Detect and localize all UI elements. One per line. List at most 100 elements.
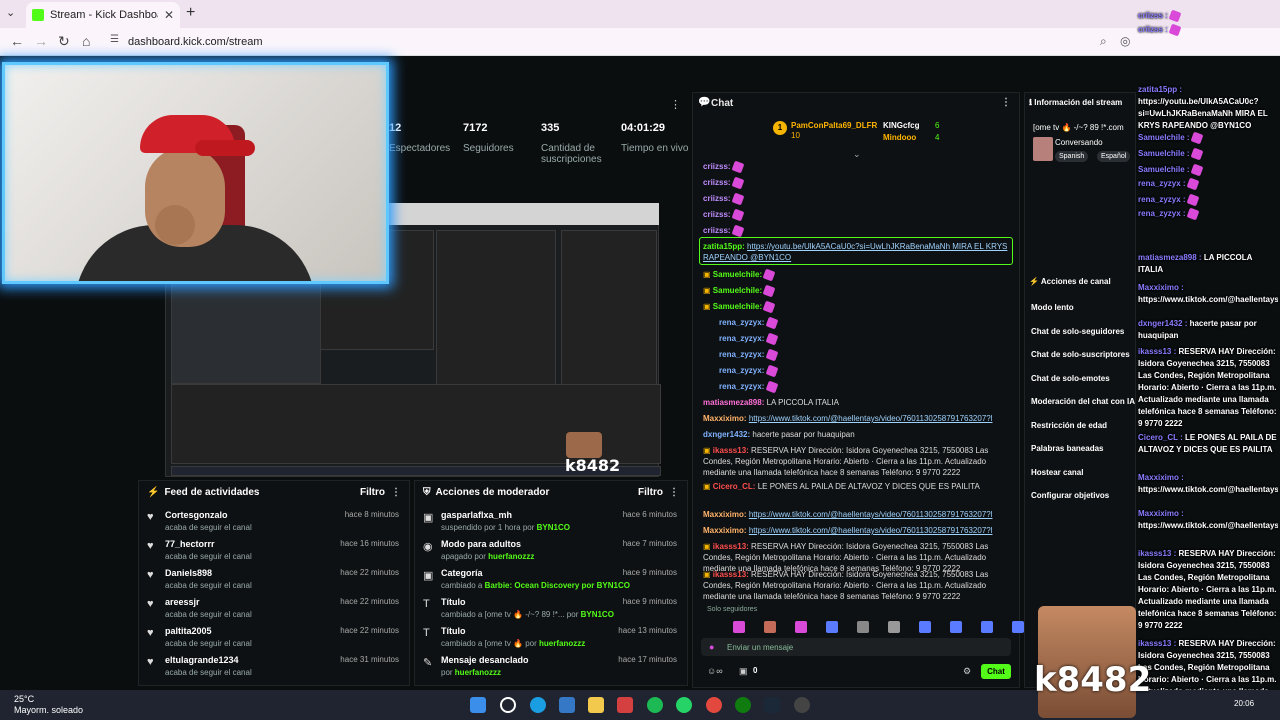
mod-more-icon[interactable]: ⋮ [669, 487, 679, 498]
chat-message-text[interactable]: https://www.tiktok.com/@haellentays/vide… [749, 510, 993, 519]
emote-bar[interactable] [701, 619, 1024, 635]
chat-input[interactable]: Enviar un mensaje [701, 638, 1011, 656]
emote-picker-icon[interactable]: ☺∞ [707, 666, 723, 676]
folder-icon[interactable] [588, 697, 604, 713]
zoom-icon[interactable]: ⌕ [1100, 34, 1107, 49]
emote-icon[interactable] [795, 621, 807, 633]
mod-action-row[interactable]: ▣ Categoría cambiado a Barbie: Ocean Disco… [415, 565, 687, 594]
mic-icon[interactable]: ● [709, 642, 714, 652]
gift-icon[interactable]: ▣ [739, 666, 748, 677]
chat-username[interactable]: rena_zyzyx: [719, 350, 764, 359]
activity-row[interactable]: ♥ 77_hectorrr acaba de seguir el canal hace… [139, 536, 409, 565]
mod-action-row[interactable]: ◉ Modo para adultos apagado por huerfanozz… [415, 536, 687, 565]
chat-username[interactable]: Samuelchile: [713, 270, 762, 279]
chat-username[interactable]: criizss: [703, 226, 731, 235]
channel-action-item[interactable]: Chat de solo-emotes [1031, 374, 1110, 383]
chat-message-text[interactable]: https://youtu.be/UlkA5ACaU0c?si=UwLhJKRa… [703, 242, 1007, 262]
tag-espanol[interactable]: Español [1097, 151, 1131, 162]
chat-username[interactable]: dxnger1432: [703, 430, 750, 439]
chat-username[interactable]: criizss: [703, 194, 731, 203]
chat-username[interactable]: criizss: [703, 178, 731, 187]
whatsapp-icon[interactable] [676, 697, 692, 713]
chat-more-icon[interactable]: ⋮ [1001, 97, 1011, 108]
chat-username[interactable]: matiasmeza898: [703, 398, 764, 407]
chat-username[interactable]: Cicero_CL: [713, 482, 756, 491]
channel-action-item[interactable]: Restricción de edad [1031, 421, 1107, 430]
scroll-down-icon[interactable]: ⌄ [853, 149, 861, 160]
channel-action-item[interactable]: Palabras baneadas [1031, 444, 1103, 453]
chat-message-text[interactable]: https://www.tiktok.com/@haellentays/vide… [749, 526, 993, 535]
close-tab-icon[interactable]: ✕ [164, 8, 174, 22]
emote-icon[interactable] [826, 621, 838, 633]
new-tab-button[interactable]: + [186, 4, 195, 22]
emote-icon[interactable] [888, 621, 900, 633]
channel-action-item[interactable]: Configurar objetivos [1031, 491, 1109, 500]
chat-username[interactable]: Samuelchile: [713, 286, 762, 295]
mod-action-row[interactable]: ✎ Mensaje desanclado por huerfanozzz hace 1… [415, 652, 687, 681]
back-icon[interactable]: ← [10, 33, 24, 49]
tab-menu-icon[interactable]: ⌄ [6, 6, 15, 19]
activity-row[interactable]: ♥ Daniels898 acaba de seguir el canal hace … [139, 565, 409, 594]
eye-off-icon[interactable]: ◎ [1120, 34, 1130, 48]
activity-row[interactable]: ♥ areessjr acaba de seguir el canal hace 22… [139, 594, 409, 623]
chat-username[interactable]: rena_zyzyx: [719, 318, 764, 327]
emote-icon[interactable] [857, 621, 869, 633]
chat-username[interactable]: rena_zyzyx: [719, 366, 764, 375]
channel-action-item[interactable]: Modo lento [1031, 303, 1074, 312]
chat-username[interactable]: Maxxiximo: [703, 510, 747, 519]
forward-icon[interactable]: → [34, 33, 48, 49]
channel-action-item[interactable]: Chat de solo-suscriptores [1031, 350, 1130, 359]
obs-icon[interactable] [794, 697, 810, 713]
emote-icon[interactable] [1012, 621, 1024, 633]
mod-action-row[interactable]: ▣ gasparlaflxa_mh suspendido por 1 hora po… [415, 507, 687, 536]
app-icon[interactable] [617, 697, 633, 713]
emote-icon[interactable] [950, 621, 962, 633]
chat-username[interactable]: Maxxiximo: [703, 526, 747, 535]
activity-more-icon[interactable]: ⋮ [391, 487, 401, 498]
weather-widget[interactable]: 25°C Mayorm. soleado [14, 694, 83, 716]
reload-icon[interactable]: ↻ [58, 33, 70, 50]
chat-username[interactable]: Maxxiximo: [703, 414, 747, 423]
activity-row[interactable]: ♥ paltita2005 acaba de seguir el canal hace… [139, 623, 409, 652]
chat-username[interactable]: ikasss13: [713, 570, 749, 579]
edge-icon[interactable] [530, 697, 546, 713]
more-options-icon[interactable]: ⋮ [670, 98, 681, 111]
emote-icon[interactable] [981, 621, 993, 633]
search-icon[interactable] [500, 697, 516, 713]
settings-gear-icon[interactable]: ⚙ [963, 666, 971, 677]
home-icon[interactable]: ⌂ [82, 33, 90, 49]
tab-kick-dashboard[interactable]: Stream - Kick Dashboard ✕ [26, 2, 180, 28]
emote-icon[interactable] [919, 621, 931, 633]
channel-action-item[interactable]: Hostear canal [1031, 468, 1083, 477]
chat-username[interactable]: criizss: [703, 210, 731, 219]
chat-username[interactable]: rena_zyzyx: [719, 334, 764, 343]
chat-username[interactable]: rena_zyzyx: [719, 382, 764, 391]
chrome-icon[interactable] [706, 697, 722, 713]
chat-message-text[interactable]: https://www.tiktok.com/@haellentays/vide… [749, 414, 993, 423]
channel-action-item[interactable]: Moderación del chat con IA [1031, 397, 1135, 406]
chat-username[interactable]: ikasss13: [713, 446, 749, 455]
steam-icon[interactable] [764, 697, 780, 713]
chat-message: criizss: [703, 224, 1013, 238]
activity-filter-button[interactable]: Filtro [360, 487, 385, 498]
chat-username[interactable]: Samuelchile: [713, 302, 762, 311]
send-chat-button[interactable]: Chat [981, 664, 1011, 679]
chat-username[interactable]: ikasss13: [713, 542, 749, 551]
tag-spanish[interactable]: Spanish [1055, 151, 1089, 162]
spotify-icon[interactable] [647, 697, 663, 713]
xbox-icon[interactable] [735, 697, 751, 713]
emote-icon[interactable] [733, 621, 745, 633]
activity-row[interactable]: ♥ Cortesgonzalo acaba de seguir el canal ha… [139, 507, 409, 536]
channel-action-item[interactable]: Chat de solo-seguidores [1031, 327, 1124, 336]
store-icon[interactable] [559, 697, 575, 713]
activity-row[interactable]: ♥ eltulagrande1234 acaba de seguir el cana… [139, 652, 409, 681]
mod-action-row[interactable]: T Título cambiado a [ome tv 🔥 por huerfano… [415, 623, 687, 652]
chat-username[interactable]: criizss: [703, 162, 731, 171]
address-bar[interactable]: dashboard.kick.com/stream [106, 31, 1096, 53]
chat-username[interactable]: zatita15pp: [703, 242, 745, 251]
mod-filter-button[interactable]: Filtro [638, 487, 663, 498]
start-icon[interactable] [470, 697, 486, 713]
emote-icon[interactable] [764, 621, 776, 633]
mod-action-row[interactable]: T Título cambiado a [ome tv 🔥 -/~? 89 !*..… [415, 594, 687, 623]
activity-time: hace 22 minutos [340, 626, 399, 635]
